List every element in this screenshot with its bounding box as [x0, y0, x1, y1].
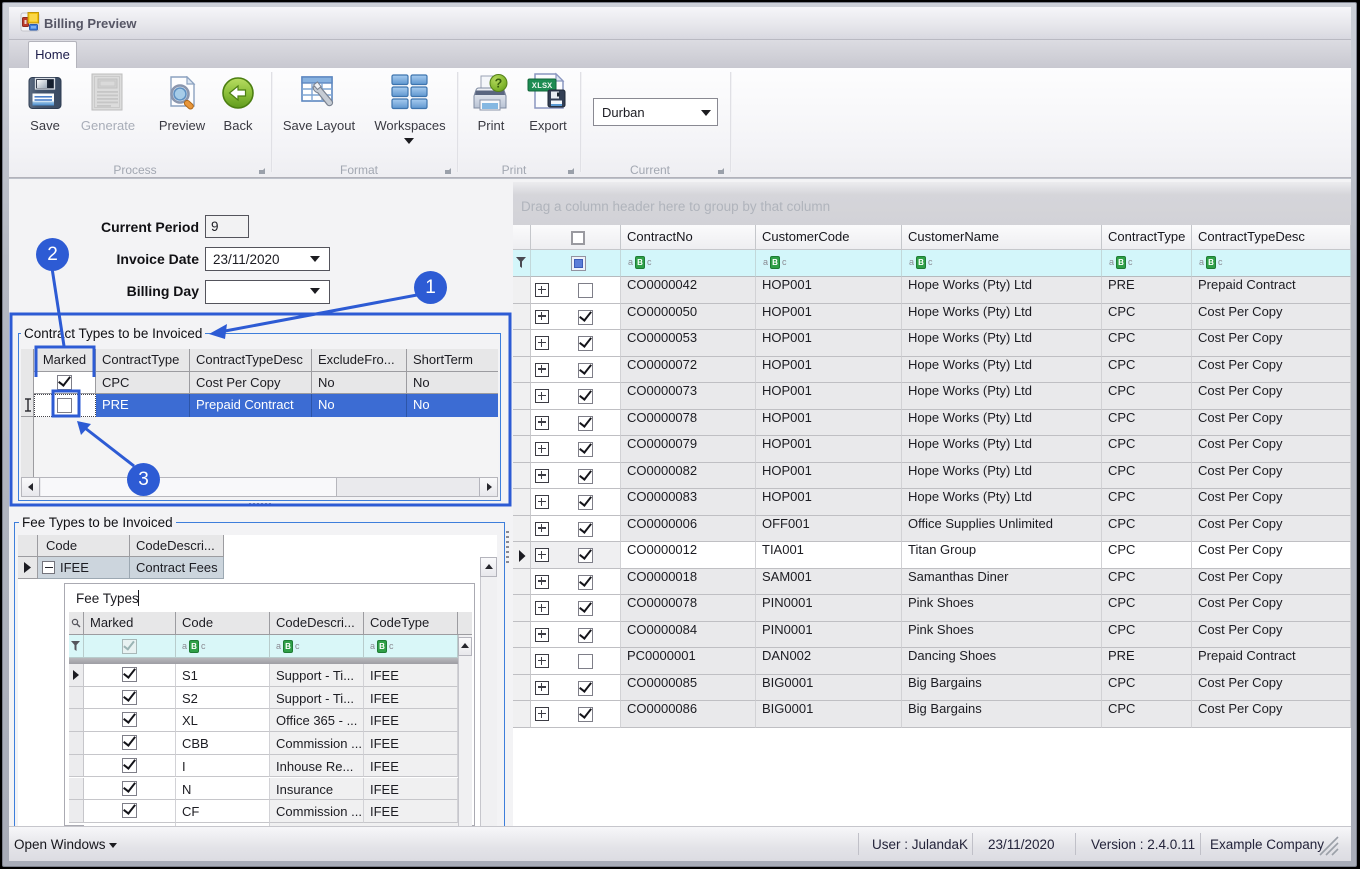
svg-text:XLSX: XLSX [532, 81, 553, 91]
svg-text:?: ? [495, 77, 503, 91]
